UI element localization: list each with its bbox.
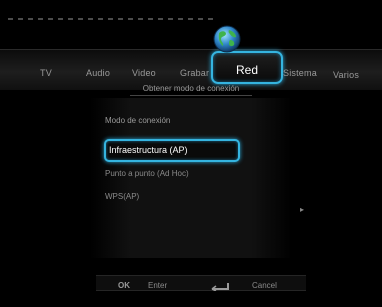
pointer-icon: ▸ xyxy=(300,205,305,214)
cancel-action-label[interactable]: Cancel xyxy=(252,281,277,290)
screen: TV Audio Video Grabar Red Sistema Varios… xyxy=(0,0,382,307)
page-subtitle: Obtener modo de conexión xyxy=(142,84,240,93)
tab-red-label: Red xyxy=(235,63,258,77)
subtitle-divider xyxy=(130,95,252,96)
tab-varios[interactable]: Varios xyxy=(333,70,359,80)
decorative-dashes xyxy=(8,18,213,20)
ok-action-label[interactable]: Enter xyxy=(148,281,167,290)
tab-audio[interactable]: Audio xyxy=(86,68,110,78)
return-arrow-icon xyxy=(211,283,229,291)
globe-icon xyxy=(213,25,241,53)
tab-tv[interactable]: TV xyxy=(40,68,52,78)
option-label: Infraestructura (AP) xyxy=(109,145,188,155)
option-infraestructura[interactable]: Infraestructura (AP) xyxy=(104,139,240,162)
tab-red[interactable]: Red xyxy=(211,51,283,84)
option-wps[interactable]: WPS(AP) xyxy=(105,192,139,201)
tab-sistema[interactable]: Sistema xyxy=(283,68,317,78)
tab-video[interactable]: Video xyxy=(132,68,156,78)
option-punto-a-punto[interactable]: Punto a punto (Ad Hoc) xyxy=(105,169,189,178)
tab-grabar[interactable]: Grabar xyxy=(180,68,209,78)
menu-heading: Modo de conexión xyxy=(105,116,171,125)
ok-key-label: OK xyxy=(118,281,130,290)
